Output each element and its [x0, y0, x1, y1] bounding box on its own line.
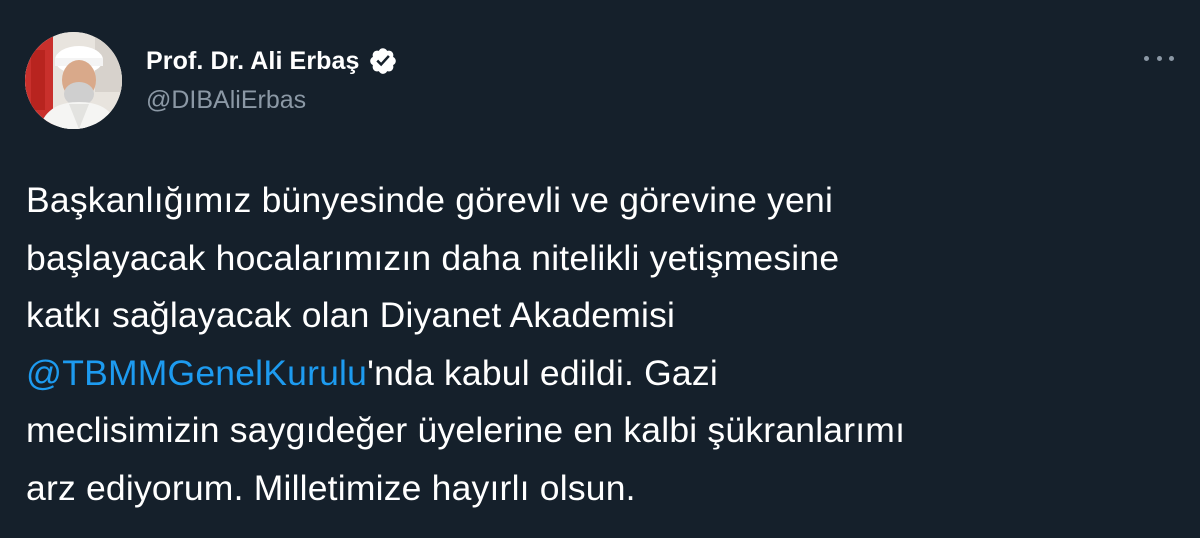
- user-handle[interactable]: @DIBAliErbas: [146, 86, 306, 115]
- dot-icon: [1156, 55, 1162, 61]
- tweet-line-text: 'nda kabul edildi. Gazi: [367, 352, 718, 393]
- tweet-line: @TBMMGenelKurulu'nda kabul edildi. Gazi: [26, 345, 1176, 403]
- dot-icon: [1169, 55, 1174, 61]
- tweet-card: Prof. Dr. Ali Erbaş @DIBAliErbas Başkanl…: [0, 0, 1200, 538]
- tweet-text: Başkanlığımız bünyesinde görevli ve göre…: [26, 172, 1176, 518]
- more-options-icon[interactable]: [1144, 50, 1174, 66]
- mention-link[interactable]: @TBMMGenelKurulu: [26, 353, 367, 393]
- dot-icon: [1144, 55, 1149, 61]
- tweet-line: başlayacak hocalarımızın daha nitelikli …: [26, 237, 840, 278]
- verified-badge-icon: [368, 46, 398, 76]
- display-name[interactable]: Prof. Dr. Ali Erbaş: [146, 47, 360, 76]
- tweet-line: katkı sağlayacak olan Diyanet Akademisi: [26, 295, 676, 336]
- tweet-line: arz ediyorum. Milletimize hayırlı olsun.: [26, 467, 636, 508]
- avatar[interactable]: [25, 32, 122, 129]
- name-row: Prof. Dr. Ali Erbaş: [146, 44, 398, 78]
- avatar-image: [25, 32, 122, 129]
- tweet-line: meclisimizin saygıdeğer üyelerine en kal…: [26, 410, 906, 451]
- tweet-line: Başkanlığımız bünyesinde görevli ve göre…: [26, 180, 834, 220]
